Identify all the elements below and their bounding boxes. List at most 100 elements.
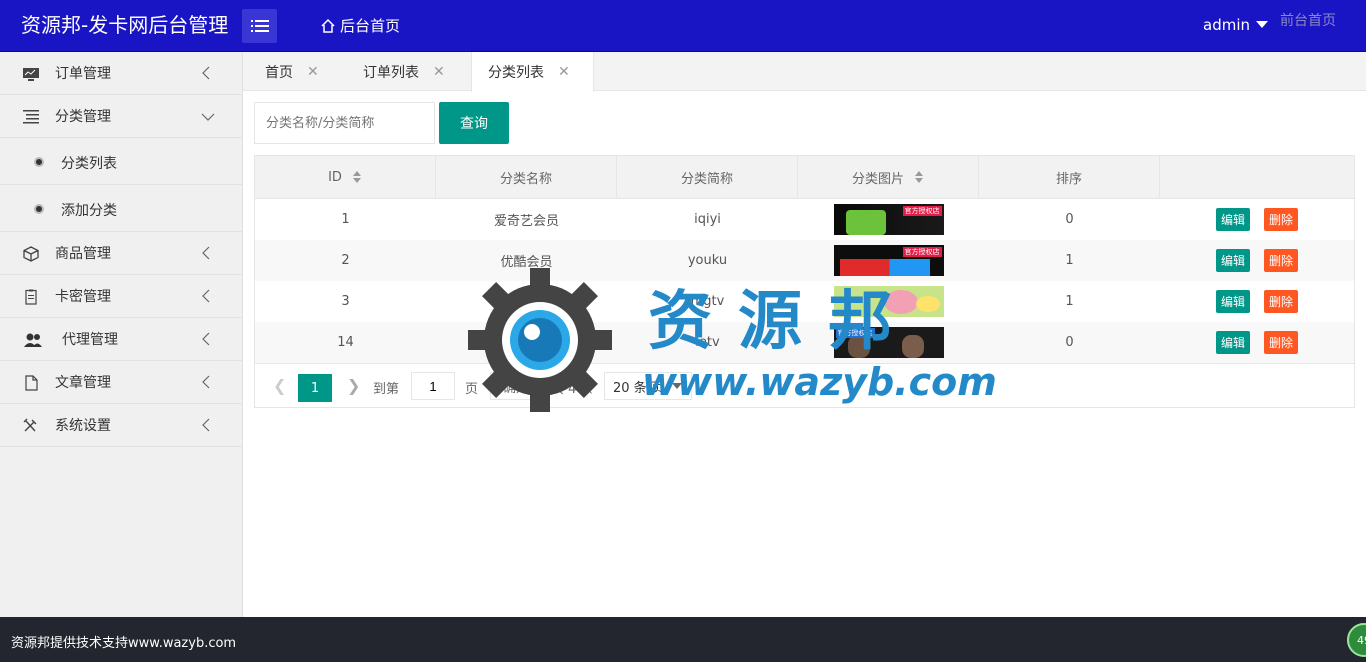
close-icon[interactable]: ✕ [433,64,445,80]
front-page-link[interactable]: 前台首页 [1280,10,1336,30]
cell-image: 官方授权店 [798,322,979,363]
caret-down-icon [1256,21,1268,28]
user-name: admin [1203,16,1250,34]
pagination: ❮ 1 ❯ 到第 页 确定 共 4 条 20 条/页 [255,363,1354,407]
tabs-bar: 首页 ✕ 订单列表 ✕ 分类列表 ✕ [243,52,1366,92]
delete-button[interactable]: 删除 [1264,331,1299,354]
brand-title: 资源邦-发卡网后台管理 [21,13,229,37]
cell-id: 1 [341,212,350,227]
column-header-short: 分类简称 [617,156,798,198]
sidebar-item-products[interactable]: 商品管理 [0,232,242,275]
bullet-icon [34,204,44,214]
sidebar-subitem-add-category[interactable]: 添加分类 [0,185,242,232]
page-size-value: 20 条/页 [613,380,665,396]
page-size-select[interactable]: 20 条/页 [604,372,692,400]
delete-button[interactable]: 删除 [1264,208,1299,231]
sidebar-item-label: 文章管理 [55,375,111,391]
category-table: ID 分类名称 分类简称 分类图片 排序 1 爱奇艺会员 iqiyi 官方授权店… [254,155,1355,408]
user-menu[interactable]: admin [1203,16,1268,34]
cell-id: 14 [337,335,354,350]
delete-button[interactable]: 删除 [1264,249,1299,272]
sidebar-item-label: 分类管理 [55,109,111,125]
thumbnail-badge: 官方授权店 [902,247,942,257]
clipboard-icon [25,289,37,305]
cell-sort: 0 [1065,335,1074,350]
cell-name: 乐视会员 [500,337,553,352]
sidebar-item-label: 订单管理 [55,66,111,82]
sidebar-subitem-label: 添加分类 [61,203,117,219]
search-input[interactable] [254,102,435,144]
menu-icon [250,20,269,32]
sidebar-item-articles[interactable]: 文章管理 [0,361,242,404]
cell-id: 3 [341,294,350,309]
delete-button[interactable]: 删除 [1264,290,1299,313]
edit-button[interactable]: 编辑 [1215,331,1250,354]
chevron-left-icon [202,418,210,432]
cell-actions: 编辑 删除 [1160,322,1354,363]
cell-image [798,281,979,322]
menu-toggle-button[interactable] [242,9,277,43]
search-button[interactable]: 查询 [439,102,509,144]
next-page-icon[interactable]: ❯ [347,376,360,395]
close-icon[interactable]: ✕ [307,64,319,80]
goto-page-input[interactable] [411,372,455,400]
cell-short: iqiyi [694,212,721,227]
edit-button[interactable]: 编辑 [1215,249,1250,272]
tab-orders[interactable]: 订单列表 ✕ [363,52,445,91]
cell-sort: 1 [1065,253,1074,268]
tab-category-list[interactable]: 分类列表 ✕ [471,52,594,92]
column-header-label: ID [328,169,342,185]
home-icon [321,18,335,33]
sidebar-item-categories[interactable]: 分类管理 [0,95,242,138]
column-header-actions [1160,156,1354,198]
goto-confirm-button[interactable]: 确定 [490,372,542,400]
cell-actions: 编辑 删除 [1160,240,1354,281]
category-thumbnail [833,286,944,317]
page-number-current[interactable]: 1 [298,374,332,402]
chevron-left-icon [202,66,210,80]
cell-actions: 编辑 删除 [1160,199,1354,240]
sort-icon[interactable] [914,170,924,184]
sidebar: 订单管理 分类管理 分类列表 添加分类 商品管理 卡密管理 代理管理 文章管理 … [0,52,243,617]
sidebar-item-cards[interactable]: 卡密管理 [0,275,242,318]
cell-image: 官方授权店 [798,199,979,240]
category-thumbnail: 官方授权店 [833,327,944,358]
close-icon[interactable]: ✕ [558,64,570,80]
sidebar-item-label: 商品管理 [55,246,111,262]
floating-badge[interactable]: 49 [1347,623,1366,657]
edit-button[interactable]: 编辑 [1215,290,1250,313]
chevron-left-icon [202,332,210,346]
file-icon [25,375,38,391]
home-link[interactable]: 后台首页 [320,15,400,36]
chevron-down-icon [201,113,215,121]
edit-button[interactable]: 编辑 [1215,208,1250,231]
cell-id: 2 [341,253,350,268]
cell-short: youku [687,253,728,268]
sort-icon[interactable] [352,170,362,184]
column-header-label: 分类图片 [851,171,904,187]
footer: 资源邦提供技术支持www.wazyb.com 49 [0,617,1366,662]
tab-home[interactable]: 首页 ✕ [265,52,319,91]
sidebar-item-orders[interactable]: 订单管理 [0,52,242,95]
sidebar-item-settings[interactable]: 系统设置 [0,404,242,447]
table-row: 3 芒果TV会员 mgtv 1 编辑 删除 [255,281,1354,322]
cell-sort: 0 [1065,212,1074,227]
sidebar-item-label: 系统设置 [55,418,111,434]
cell-short: mgtv [690,294,725,309]
prev-page-icon[interactable]: ❮ [273,376,286,395]
sidebar-subitem-category-list[interactable]: 分类列表 [0,138,242,185]
sidebar-item-label: 卡密管理 [55,289,111,305]
sidebar-item-agents[interactable]: 代理管理 [0,318,242,361]
chevron-left-icon [202,289,210,303]
cell-name: 芒果TV会员 [492,296,561,311]
tab-label: 分类列表 [488,65,544,81]
category-thumbnail: 官方授权店 [833,204,944,235]
tools-icon [23,418,37,432]
chevron-left-icon [202,246,210,260]
tab-label: 订单列表 [363,64,419,81]
column-header-id[interactable]: ID [255,156,436,198]
list-icon [23,110,39,124]
category-thumbnail: 官方授权店 [833,245,944,276]
column-header-image[interactable]: 分类图片 [798,156,979,198]
chevron-left-icon [202,375,210,389]
